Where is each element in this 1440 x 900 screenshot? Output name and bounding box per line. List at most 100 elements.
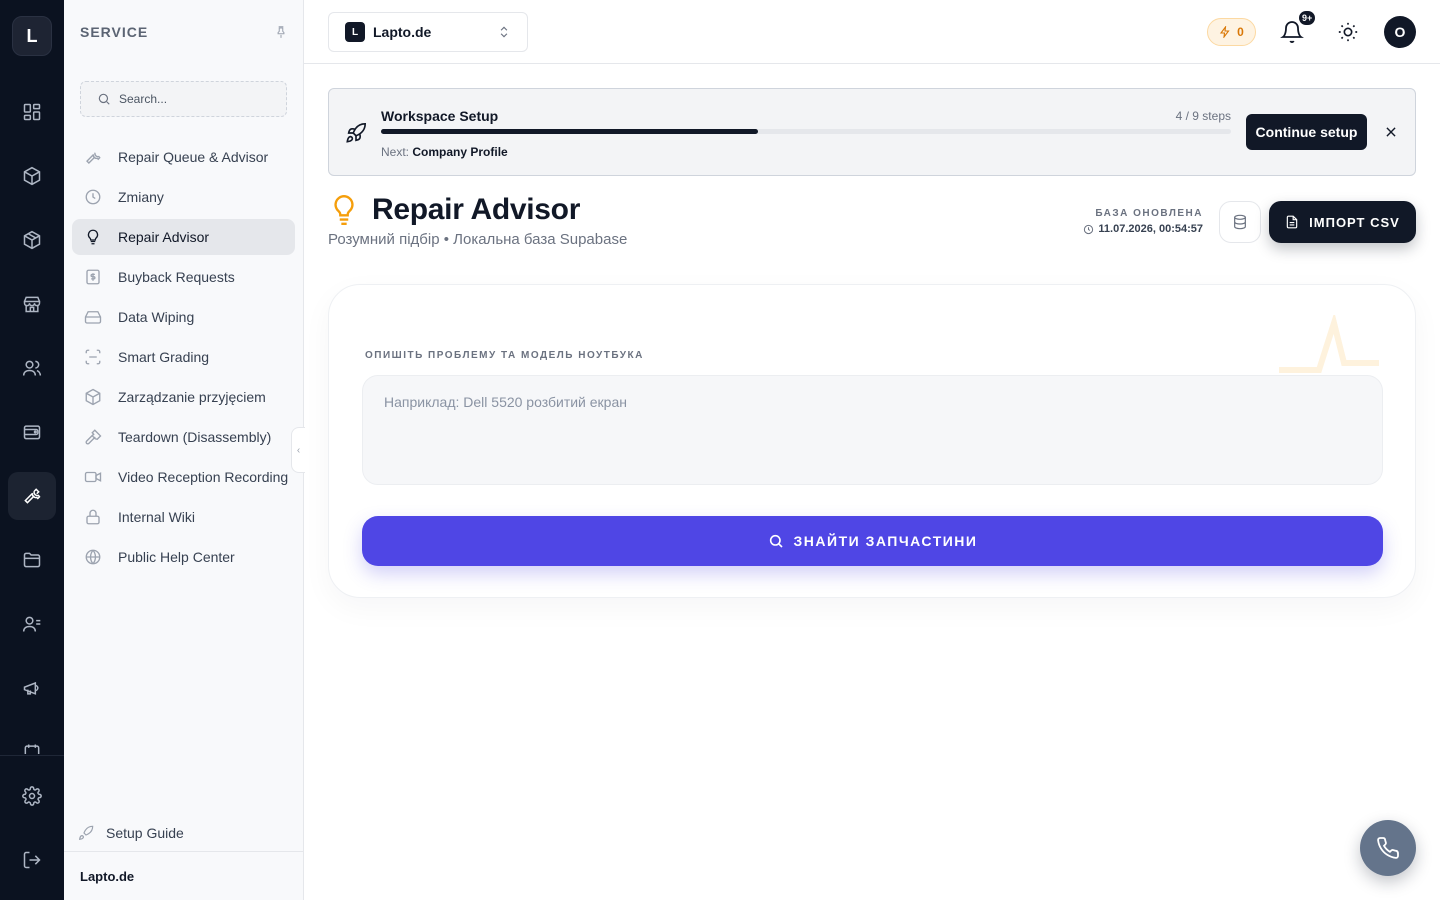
calendar-icon[interactable]	[8, 728, 56, 754]
store-icon[interactable]	[8, 280, 56, 328]
megaphone-icon[interactable]	[8, 664, 56, 712]
dollar-receipt-icon	[86, 269, 100, 285]
package-icon[interactable]	[8, 152, 56, 200]
credits-badge[interactable]: 0	[1207, 18, 1256, 46]
sidebar-item-teardown[interactable]: Teardown (Disassembly)	[72, 419, 295, 455]
sidebar-nav: Repair Queue & Advisor Zmiany Repair Adv…	[72, 139, 295, 579]
sidebar-item-buyback[interactable]: Buyback Requests	[72, 259, 295, 295]
scan-icon	[85, 349, 101, 365]
workspace-selector[interactable]: L Lapto.de	[328, 12, 528, 52]
sidebar-item-repair-queue[interactable]: Repair Queue & Advisor	[72, 139, 295, 175]
import-csv-button[interactable]: ІМПОРТ CSV	[1269, 201, 1416, 243]
box-icon[interactable]	[8, 216, 56, 264]
phone-icon	[1377, 837, 1399, 859]
app-logo[interactable]: L	[12, 16, 52, 56]
find-parts-label: ЗНАЙТИ ЗАПЧАСТИНИ	[793, 533, 978, 549]
page-subtitle: Розумний підбір • Локальна база Supabase	[328, 231, 628, 248]
notifications-badge: 9+	[1298, 10, 1317, 26]
sidebar-item-label: Data Wiping	[118, 309, 195, 325]
contacts-icon[interactable]	[8, 600, 56, 648]
database-icon	[1234, 214, 1246, 230]
app-rail: L	[0, 0, 64, 900]
chevron-up-down-icon	[500, 26, 508, 38]
sidebar-item-help-center[interactable]: Public Help Center	[72, 539, 295, 575]
setup-progress-fill	[381, 129, 759, 134]
sidebar-item-smart-grading[interactable]: Smart Grading	[72, 339, 295, 375]
setup-guide-label: Setup Guide	[106, 825, 184, 841]
hammer-icon	[85, 429, 102, 445]
sun-icon[interactable]	[1337, 21, 1359, 43]
sidebar-item-label: Video Reception Recording	[118, 469, 289, 485]
db-updated-value: 11.07.2026, 00:54:57	[1098, 223, 1203, 235]
settings-icon[interactable]	[8, 772, 56, 820]
wallet-icon[interactable]	[8, 408, 56, 456]
sidebar-footer-workspace[interactable]: Lapto.de	[64, 851, 304, 900]
package-check-icon	[85, 388, 101, 406]
sidebar-item-label: Public Help Center	[118, 549, 235, 565]
import-csv-label: ІМПОРТ CSV	[1309, 214, 1400, 230]
wrench-icon	[86, 152, 101, 164]
sidebar-header: SERVICE	[80, 24, 288, 40]
banner-steps: 4 / 9 steps	[1175, 109, 1231, 123]
problem-input[interactable]	[362, 375, 1383, 485]
sidebar-item-repair-advisor[interactable]: Repair Advisor	[72, 219, 295, 255]
lightbulb-icon	[87, 229, 99, 245]
problem-field-label: ОПИШІТЬ ПРОБЛЕМУ ТА МОДЕЛЬ НОУТБУКА	[365, 350, 644, 361]
setup-guide-link[interactable]: Setup Guide	[78, 822, 184, 844]
sidebar-title: SERVICE	[80, 24, 149, 40]
rocket-icon	[78, 825, 94, 841]
sidebar-item-label: Buyback Requests	[118, 269, 235, 285]
sidebar-item-label: Internal Wiki	[118, 509, 196, 525]
database-button[interactable]	[1219, 201, 1261, 243]
sidebar-item-label: Teardown (Disassembly)	[118, 429, 272, 445]
search-icon	[769, 534, 783, 548]
search-icon	[98, 93, 110, 105]
wrench-icon[interactable]	[8, 472, 56, 520]
logout-icon[interactable]	[8, 836, 56, 884]
sidebar-item-intake[interactable]: Zarządzanie przyjęciem	[72, 379, 295, 415]
workspace-setup-banner: Workspace Setup 4 / 9 steps Next: Compan…	[328, 88, 1416, 176]
banner-next: Next: Company Profile	[381, 145, 508, 159]
db-updated-label: БАЗА ОНОВЛЕНА	[1095, 208, 1203, 219]
sidebar-item-label: Smart Grading	[118, 349, 210, 365]
folder-icon[interactable]	[8, 536, 56, 584]
hard-drive-icon	[84, 311, 102, 324]
users-icon[interactable]	[8, 344, 56, 392]
video-icon	[84, 471, 102, 483]
advisor-card: ОПИШІТЬ ПРОБЛЕМУ ТА МОДЕЛЬ НОУТБУКА ЗНАЙ…	[328, 284, 1416, 598]
rocket-icon	[346, 123, 366, 143]
next-prefix: Next:	[381, 145, 410, 159]
next-step: Company Profile	[412, 145, 508, 159]
sidebar-item-label: Zarządzanie przyjęciem	[118, 389, 266, 405]
continue-setup-button[interactable]: Continue setup	[1246, 114, 1367, 150]
sidebar-search[interactable]	[80, 81, 287, 117]
call-button[interactable]	[1360, 820, 1416, 876]
sidebar-item-label: Repair Queue & Advisor	[118, 149, 269, 165]
sidebar-collapse-handle[interactable]: ‹	[291, 427, 305, 473]
db-updated-timestamp: 11.07.2026, 00:54:57	[1083, 223, 1203, 235]
setup-progress-bar	[381, 129, 1231, 134]
search-input[interactable]	[119, 92, 269, 106]
top-bar: L Lapto.de 0 9+ O	[304, 0, 1440, 64]
dashboard-icon[interactable]	[8, 88, 56, 136]
lock-icon	[86, 509, 100, 525]
workspace-name: Lapto.de	[373, 24, 432, 40]
close-icon[interactable]	[1384, 125, 1398, 139]
banner-title: Workspace Setup	[381, 108, 499, 124]
credits-count: 0	[1237, 25, 1244, 39]
workspace-badge: L	[345, 22, 365, 42]
page-title: Repair Advisor	[372, 193, 581, 226]
sidebar-item-video-reception[interactable]: Video Reception Recording	[72, 459, 295, 495]
user-avatar[interactable]: O	[1384, 16, 1416, 48]
rail-divider	[0, 755, 64, 756]
sidebar-item-data-wiping[interactable]: Data Wiping	[72, 299, 295, 335]
find-parts-button[interactable]: ЗНАЙТИ ЗАПЧАСТИНИ	[362, 516, 1383, 566]
clock-icon	[85, 189, 101, 205]
sidebar-item-label: Zmiany	[118, 189, 164, 205]
sidebar-item-internal-wiki[interactable]: Internal Wiki	[72, 499, 295, 535]
service-sidebar: SERVICE Repair Queue & Advisor Zmiany Re…	[64, 0, 304, 900]
pin-icon[interactable]	[274, 25, 288, 39]
clock-icon	[1084, 224, 1094, 234]
sidebar-item-zmiany[interactable]: Zmiany	[72, 179, 295, 215]
lightning-icon	[1220, 26, 1230, 38]
